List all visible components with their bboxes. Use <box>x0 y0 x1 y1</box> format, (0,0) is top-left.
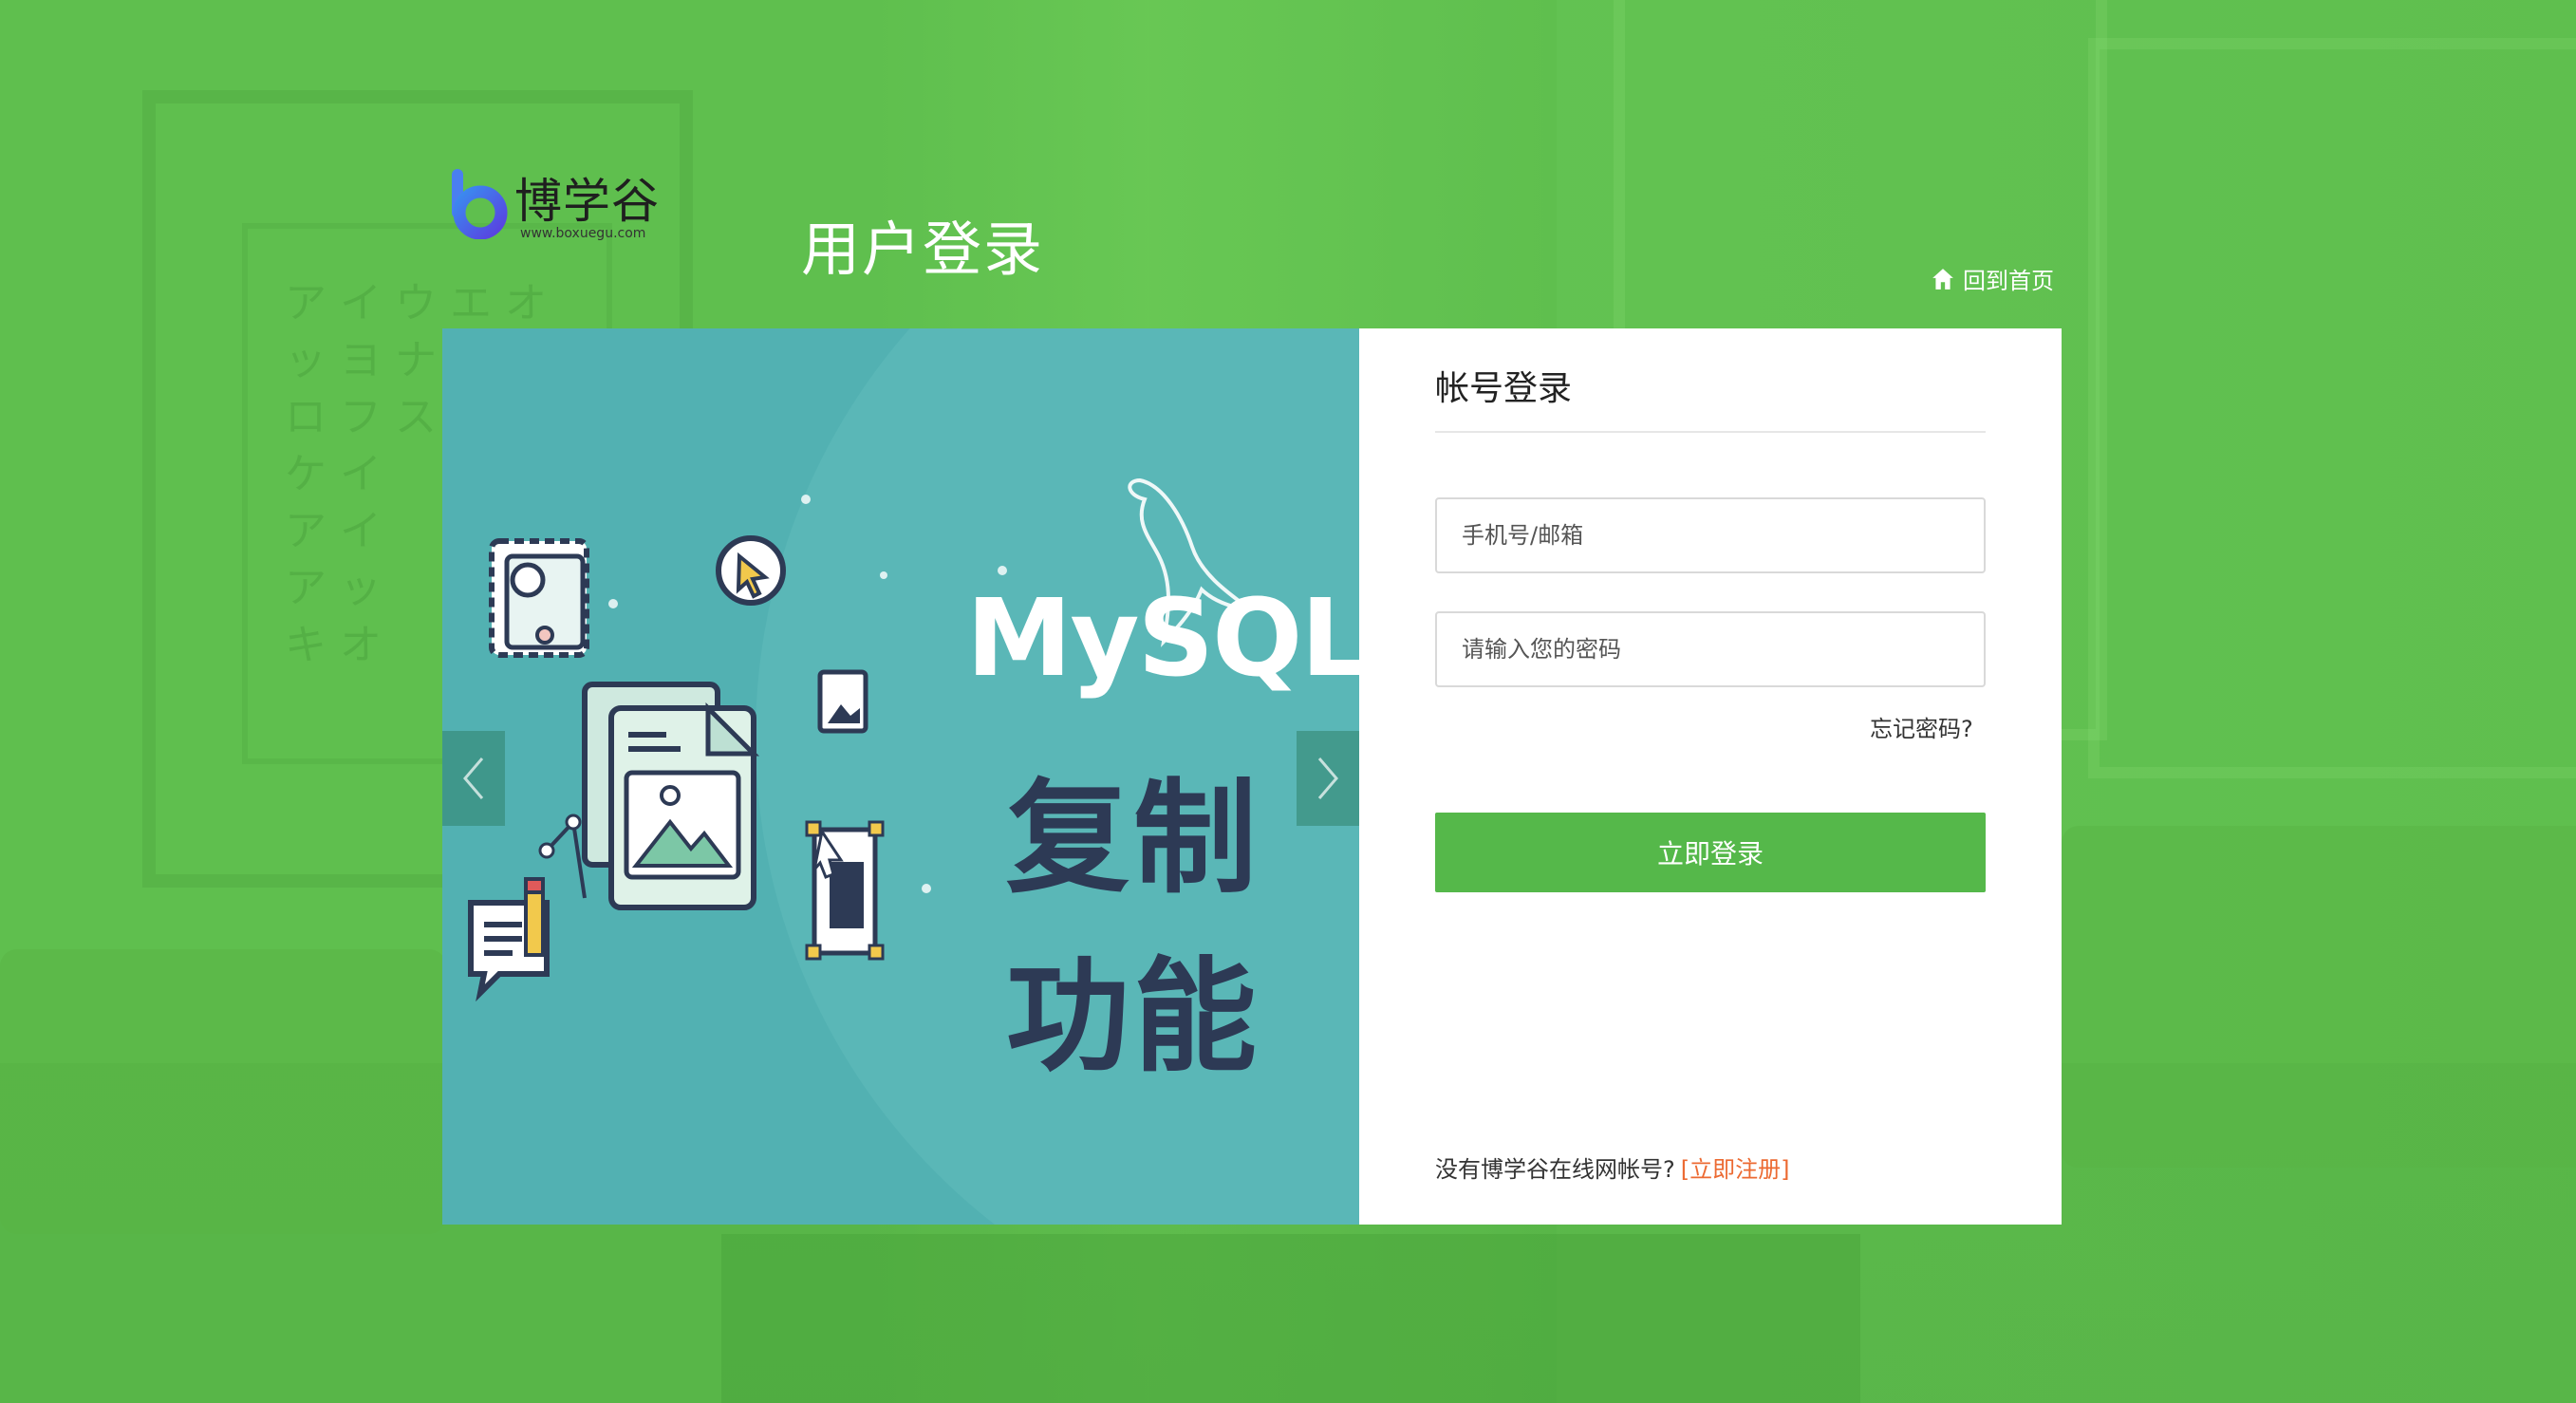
logo-url-text: www.boxuegu.com <box>520 226 646 241</box>
carousel-prev-button[interactable] <box>442 731 505 826</box>
carousel-next-button[interactable] <box>1297 731 1359 826</box>
background-sofa <box>2062 826 2576 1168</box>
account-input[interactable] <box>1435 497 1986 573</box>
brand-logo[interactable]: 博学谷 www.boxuegu.com <box>444 163 667 245</box>
login-button[interactable]: 立即登录 <box>1435 813 1986 892</box>
password-input[interactable] <box>1435 611 1986 687</box>
register-line: 没有博学谷在线网帐号? [立即注册] <box>1435 1150 1789 1184</box>
home-icon <box>1932 268 1953 290</box>
panel-divider <box>1435 431 1986 433</box>
login-card: MySQL5.7 复制功能 帐号登录 忘记密码? 立即登录 没有博学谷在线网帐号… <box>442 328 2062 1225</box>
home-link[interactable]: 回到首页 <box>1931 262 2054 295</box>
login-panel: 帐号登录 忘记密码? 立即登录 没有博学谷在线网帐号?[立即注册] <box>1359 328 2062 1225</box>
forgot-password-link[interactable]: 忘记密码? <box>1870 710 1973 743</box>
home-link-label: 回到首页 <box>1963 268 2054 294</box>
page-title: 用户登录 <box>801 215 1045 284</box>
background-window <box>2088 38 2576 778</box>
logo-text: 博学谷 <box>514 174 660 229</box>
chevron-left-icon <box>463 758 484 799</box>
banner-carousel[interactable]: MySQL5.7 复制功能 <box>442 328 1359 1225</box>
register-prompt: 没有博学谷在线网帐号? <box>1435 1156 1675 1183</box>
login-panel-title: 帐号登录 <box>1435 369 1573 408</box>
logo-b-icon <box>452 169 508 239</box>
banner-headline: MySQL5.7 <box>966 577 1359 701</box>
background-table <box>721 1234 1860 1403</box>
chevron-right-icon <box>1317 758 1338 799</box>
background-sofa <box>0 949 446 1234</box>
register-link[interactable]: [立即注册] <box>1681 1156 1790 1183</box>
